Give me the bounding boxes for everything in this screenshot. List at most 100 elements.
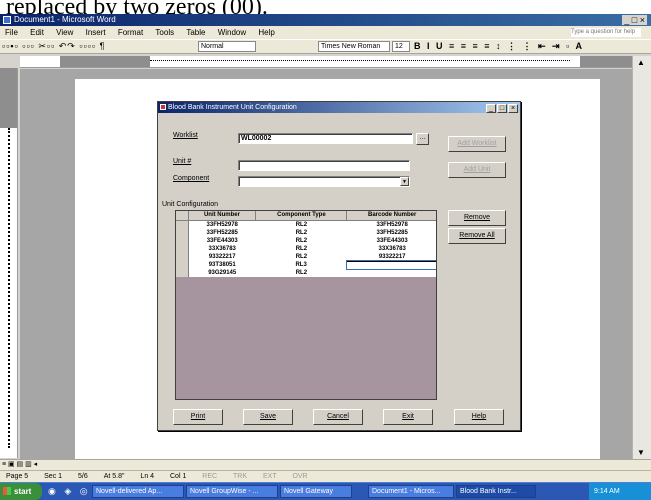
taskbar: start ◉ ◈ ◎ Novell-delivered Ap... Novel…: [0, 482, 651, 500]
barcode-cell[interactable]: [347, 269, 436, 277]
task-blood-bank[interactable]: Blood Bank Instr...: [456, 485, 536, 498]
menu-format[interactable]: Format: [118, 28, 143, 37]
unit-grid[interactable]: Unit Number Component Type Barcode Numbe…: [175, 210, 437, 400]
remove-all-button[interactable]: Remove All: [448, 228, 506, 244]
menu-tools[interactable]: Tools: [155, 28, 174, 37]
menu-help[interactable]: Help: [258, 28, 274, 37]
component-type-cell[interactable]: RL2: [256, 229, 347, 237]
column-component-type[interactable]: Component Type: [255, 211, 348, 221]
status-bar: Page 5 Sec 1 5/6 At 5.8" Ln 4 Col 1 REC …: [0, 470, 651, 482]
component-type-cell[interactable]: RL2: [256, 220, 347, 229]
help-button[interactable]: Help: [454, 409, 504, 425]
unit-number-cell[interactable]: 33FH52978: [188, 220, 256, 229]
barcode-cell[interactable]: 93322217: [347, 253, 436, 262]
scroll-up-icon[interactable]: ▲: [637, 58, 645, 67]
word-icon: [3, 16, 11, 24]
standard-toolbar-icons[interactable]: ▫▫▪▫ ▫▫▫ ✂▫▫ ↶↷ ▫▫▫▫ ¶: [2, 40, 105, 53]
maximize-icon[interactable]: □: [497, 104, 507, 113]
screen: Document1 - Microsoft Word _ □ × File Ed…: [0, 14, 651, 500]
formatting-toolbar-icons[interactable]: B I U ≡ ≡ ≡ ≡ ↕ ⋮ ⋮ ⇤ ⇥ ▫ A: [414, 40, 584, 53]
style-select[interactable]: Normal: [198, 41, 256, 52]
menu-insert[interactable]: Insert: [86, 28, 106, 37]
scroll-down-icon[interactable]: ▼: [637, 448, 645, 457]
table-row[interactable]: 33FH52978 RL2 33FH52978: [176, 220, 436, 229]
task-novell-app[interactable]: Novell-delivered Ap...: [92, 485, 184, 498]
dialog-controls: _ □ ×: [485, 103, 518, 114]
menu-window[interactable]: Window: [218, 28, 246, 37]
unit-number-cell[interactable]: 33FH52285: [188, 229, 256, 237]
remove-button[interactable]: Remove: [448, 210, 506, 226]
cancel-button[interactable]: Cancel: [313, 409, 363, 425]
table-row[interactable]: 93T38051 RL3: [176, 260, 436, 270]
worklist-browse-button[interactable]: …: [416, 133, 429, 145]
word-title-bar: Document1 - Microsoft Word _ □ ×: [0, 14, 651, 26]
component-type-cell[interactable]: RL2: [256, 269, 347, 277]
add-unit-button[interactable]: Add Unit: [448, 162, 506, 178]
column-barcode-number[interactable]: Barcode Number: [346, 211, 436, 221]
component-type-cell[interactable]: RL2: [256, 253, 347, 262]
status-ovr[interactable]: OVR: [292, 473, 307, 480]
component-type-cell[interactable]: RL2: [256, 245, 347, 253]
menu-table[interactable]: Table: [186, 28, 205, 37]
help-search-input[interactable]: Type a question for help: [571, 28, 641, 37]
exit-button[interactable]: Exit: [383, 409, 433, 425]
barcode-cell[interactable]: 33FE44303: [347, 237, 436, 245]
minimize-icon[interactable]: _: [486, 104, 496, 113]
table-header-row: Unit Number Component Type Barcode Numbe…: [176, 211, 436, 221]
font-size-select[interactable]: 12: [392, 41, 410, 52]
vertical-scrollbar[interactable]: ▲ ▼: [632, 56, 651, 459]
horizontal-ruler[interactable]: [20, 56, 651, 68]
dialog-title-bar[interactable]: Blood Bank Instrument Unit Configuration…: [158, 102, 520, 113]
clock[interactable]: 9:14 AM: [594, 488, 620, 495]
close-icon[interactable]: ×: [508, 104, 518, 113]
quick-launch-icons[interactable]: ◉ ◈ ◎: [48, 486, 91, 497]
status-rec[interactable]: REC: [202, 473, 217, 480]
unit-field[interactable]: [238, 160, 410, 171]
status-ln: Ln 4: [140, 473, 155, 480]
table-row[interactable]: 33FH52285 RL2 33FH52285: [176, 228, 436, 237]
task-gateway[interactable]: Novell Gateway: [280, 485, 352, 498]
component-label: Component: [173, 175, 210, 182]
menu-view[interactable]: View: [56, 28, 73, 37]
barcode-cell[interactable]: 33FH52978: [347, 220, 436, 229]
unit-number-cell[interactable]: 93G29145: [188, 269, 256, 277]
worklist-field[interactable]: WL00002: [238, 133, 413, 144]
start-label: start: [14, 487, 32, 496]
status-col: Col 1: [170, 473, 187, 480]
status-sec: Sec 1: [44, 473, 63, 480]
task-groupwise[interactable]: Novell GroupWise - ...: [186, 485, 278, 498]
chevron-down-icon[interactable]: ▼: [400, 177, 409, 186]
unit-number-cell[interactable]: 93T38051: [188, 261, 256, 269]
table-row[interactable]: 33FE44303 RL2 33FE44303: [176, 236, 436, 245]
component-type-cell[interactable]: RL2: [256, 237, 347, 245]
print-button[interactable]: Print: [173, 409, 223, 425]
status-ext[interactable]: EXT: [263, 473, 277, 480]
start-button[interactable]: start: [0, 483, 42, 500]
barcode-cell[interactable]: 33X36783: [347, 245, 436, 253]
menu-file[interactable]: File: [5, 28, 18, 37]
task-word-document[interactable]: Document1 - Micros...: [368, 485, 454, 498]
table-row[interactable]: 93G29145 RL2: [176, 269, 436, 277]
component-type-cell[interactable]: RL3: [256, 261, 347, 269]
column-unit-number[interactable]: Unit Number: [188, 211, 257, 221]
status-at: At 5.8": [103, 473, 125, 480]
menu-edit[interactable]: Edit: [30, 28, 44, 37]
window-controls[interactable]: _ □ ×: [622, 15, 647, 25]
unit-number-cell[interactable]: 93322217: [188, 253, 256, 262]
unit-number-cell[interactable]: 33X36783: [188, 245, 256, 253]
component-select[interactable]: ▼: [238, 176, 410, 187]
dialog-title: Blood Bank Instrument Unit Configuration: [168, 104, 297, 111]
unit-number-cell[interactable]: 33FE44303: [188, 237, 256, 245]
save-button[interactable]: Save: [243, 409, 293, 425]
font-select[interactable]: Times New Roman: [318, 41, 390, 52]
barcode-edit-cell[interactable]: [345, 260, 436, 270]
table-row[interactable]: 93322217 RL2 93322217: [176, 252, 436, 262]
vertical-ruler[interactable]: [0, 68, 18, 458]
status-trk[interactable]: TRK: [233, 473, 247, 480]
dialog-app-icon: [160, 104, 166, 110]
toolbar: ▫▫▪▫ ▫▫▫ ✂▫▫ ↶↷ ▫▫▫▫ ¶ Normal Times New …: [0, 39, 651, 54]
table-row[interactable]: 33X36783 RL2 33X36783: [176, 244, 436, 253]
barcode-cell[interactable]: 33FH52285: [347, 229, 436, 237]
horizontal-scrollbar[interactable]: ≡ ▣ ▤ ▥ ◂: [0, 459, 651, 470]
add-worklist-button[interactable]: Add Worklist: [448, 136, 506, 152]
